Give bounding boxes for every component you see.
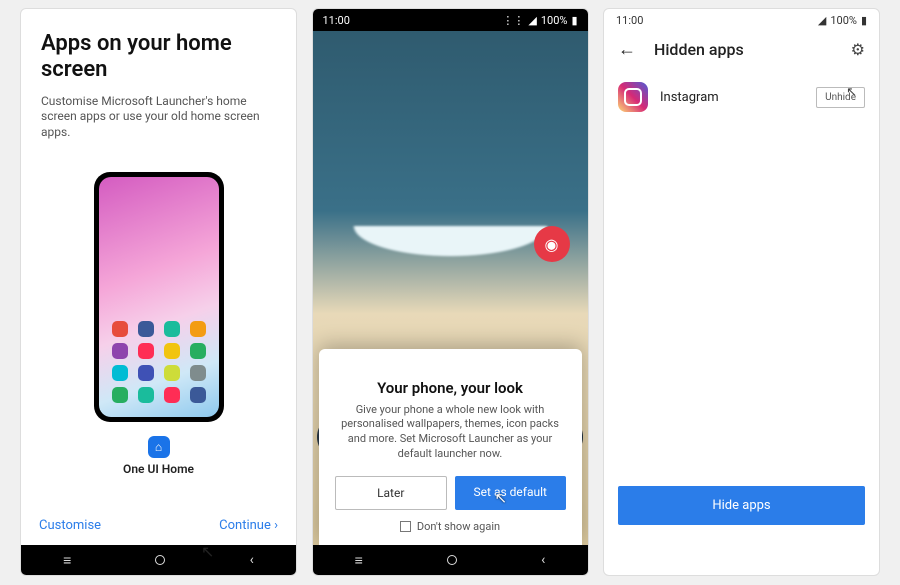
battery-icon: ▮	[861, 14, 867, 27]
sheet-body: Give your phone a whole new look with pe…	[335, 403, 566, 462]
launcher-name: One UI Home	[123, 462, 194, 476]
wifi-icon: ⋮⋮	[502, 14, 524, 27]
signal-icon: ◢	[818, 14, 826, 27]
launcher-option[interactable]: ⌂ One UI Home	[123, 436, 194, 476]
onboarding-footer: Customise Continue	[21, 518, 296, 545]
battery-text: 100%	[541, 14, 568, 27]
hide-apps-button[interactable]: Hide apps	[618, 486, 865, 525]
continue-link[interactable]: Continue	[219, 518, 278, 533]
bottom-sheet: Your phone, your look Give your phone a …	[319, 349, 582, 545]
later-button[interactable]: Later	[335, 476, 448, 510]
screenshot-panel-1: Apps on your home screen Customise Micro…	[20, 8, 297, 576]
battery-icon: ▮	[571, 14, 577, 27]
hidden-app-row: Instagram Unhide	[604, 74, 879, 120]
mini-phone-frame	[94, 172, 224, 422]
gear-icon[interactable]: ⚙	[851, 40, 865, 59]
mini-phone-screen	[99, 177, 219, 417]
cursor-icon: ↖	[846, 85, 857, 100]
page-title: Apps on your home screen	[41, 31, 276, 84]
status-time: 11:00	[616, 14, 643, 27]
cursor-icon: ↖	[201, 542, 214, 561]
page-header: ← Hidden apps ⚙	[604, 31, 879, 74]
status-bar: 11:00 ◢ 100% ▮	[604, 9, 879, 31]
instagram-icon	[618, 82, 648, 112]
signal-icon: ◢	[528, 14, 536, 27]
app-name: Instagram	[660, 90, 804, 105]
status-time: 11:00	[323, 14, 350, 27]
screenshot-panel-3: 11:00 ◢ 100% ▮ ← Hidden apps ⚙ Instagram…	[603, 8, 880, 576]
home-icon: ⌂	[148, 436, 170, 458]
sheet-title: Your phone, your look	[335, 379, 566, 397]
dont-show-row[interactable]: Don't show again	[335, 520, 566, 533]
back-button[interactable]: ‹	[250, 552, 254, 568]
home-button[interactable]	[155, 555, 165, 565]
battery-text: 100%	[830, 14, 857, 27]
status-bar: 11:00 ⋮⋮ ◢ 100% ▮	[313, 9, 588, 31]
home-button[interactable]	[447, 555, 457, 565]
onboarding-content: Apps on your home screen Customise Micro…	[21, 9, 296, 518]
camera-shortcut-icon[interactable]: ◉	[534, 226, 570, 262]
page-subtitle: Customise Microsoft Launcher's home scre…	[41, 94, 276, 141]
screenshot-panel-2: 11:00 ⋮⋮ ◢ 100% ▮ ◉ ▶ f ✆ ◈ Your phone, …	[312, 8, 589, 576]
set-default-button[interactable]: Set as default	[455, 476, 566, 510]
back-button[interactable]: ‹	[541, 552, 545, 568]
back-arrow-icon[interactable]: ←	[618, 39, 636, 60]
android-navbar: ≡ ‹	[21, 545, 296, 575]
cursor-icon: ↖	[495, 489, 508, 507]
customise-link[interactable]: Customise	[39, 518, 101, 533]
recents-button[interactable]: ≡	[355, 552, 363, 569]
unhide-button[interactable]: Unhide	[816, 87, 865, 108]
android-navbar: ≡ ‹	[313, 545, 588, 575]
recents-button[interactable]: ≡	[63, 552, 71, 569]
phone-preview: ⌂ One UI Home	[41, 141, 276, 508]
dont-show-label: Don't show again	[417, 520, 500, 533]
checkbox-icon[interactable]	[400, 521, 411, 532]
page-title: Hidden apps	[654, 40, 833, 59]
